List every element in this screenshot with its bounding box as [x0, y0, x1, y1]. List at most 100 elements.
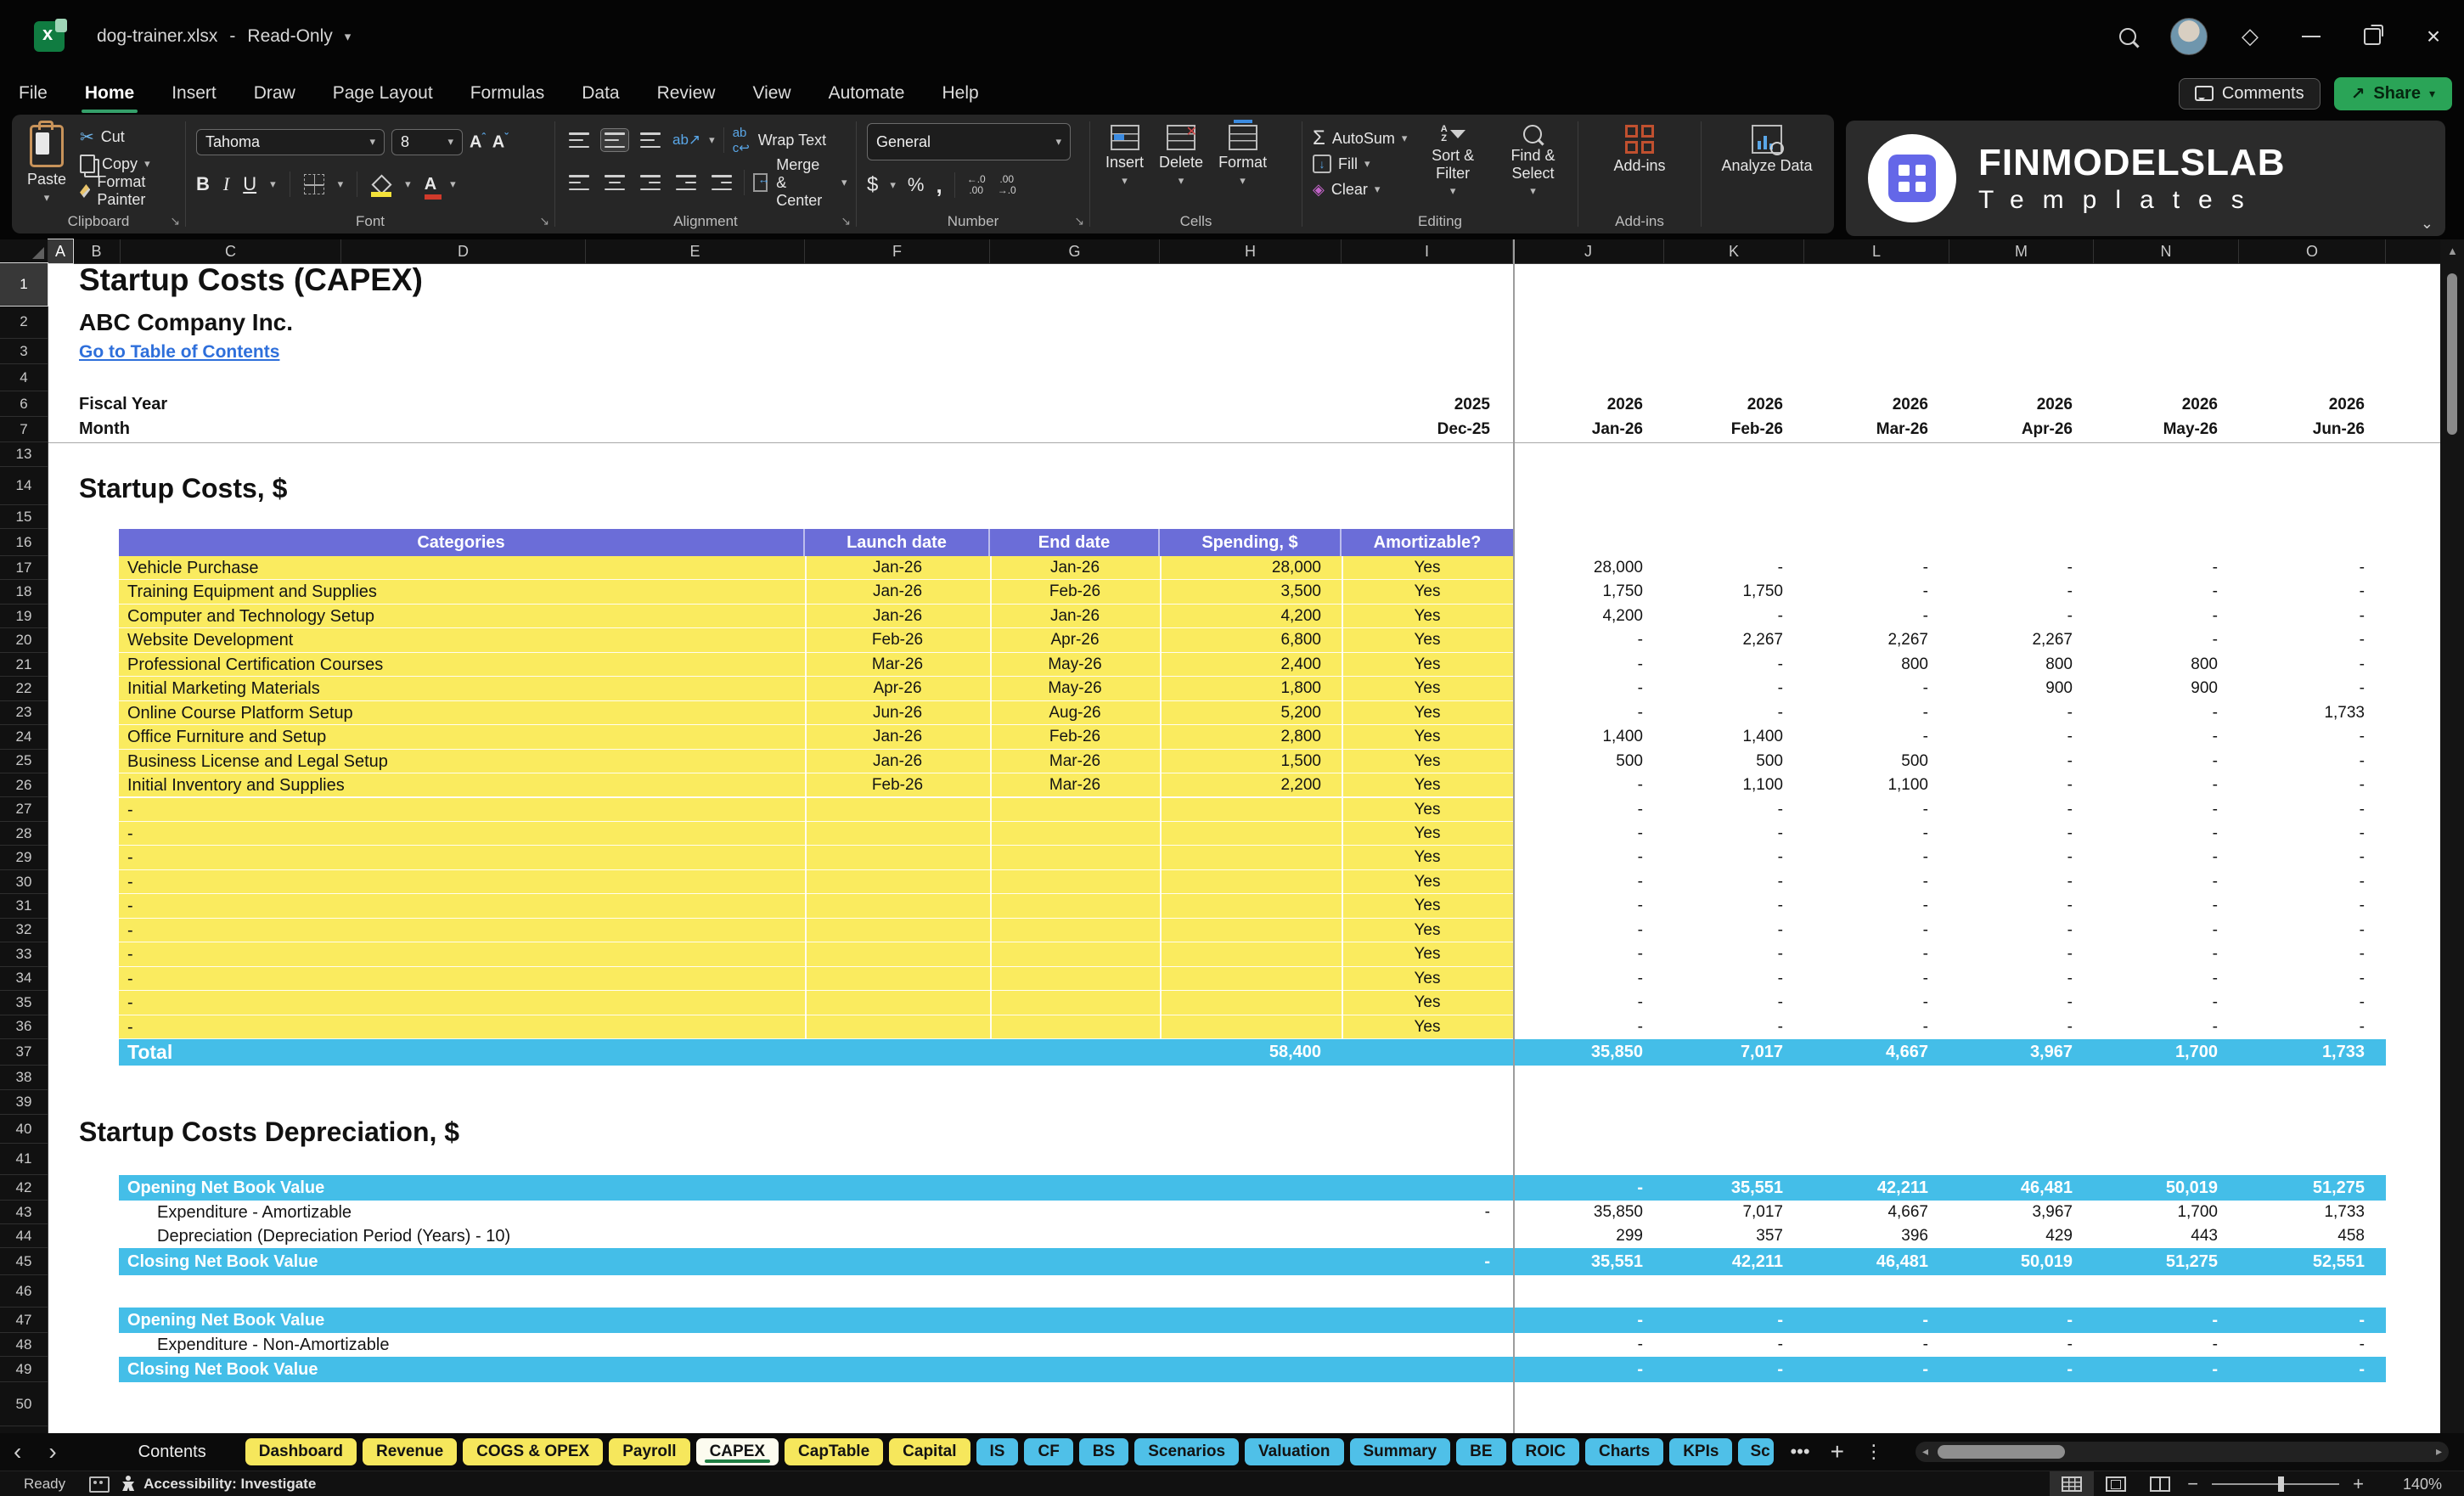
cell-category[interactable]: Business License and Legal Setup	[127, 750, 798, 773]
row-header-43[interactable]: 43	[0, 1201, 48, 1224]
row-header-20[interactable]: 20	[0, 628, 48, 653]
depreciation-value[interactable]: 46,481	[1928, 1175, 2073, 1201]
cell-end-date[interactable]: Aug-26	[990, 701, 1160, 725]
cell-monthly-value[interactable]: -	[1784, 919, 1928, 942]
depreciation-value[interactable]: 42,211	[1784, 1175, 1928, 1201]
depreciation-value[interactable]: 3,967	[1928, 1201, 2073, 1224]
premium-button[interactable]: ◇	[2219, 0, 2281, 72]
cell-monthly-value[interactable]: -	[2073, 919, 2218, 942]
depreciation-value[interactable]: -	[1346, 1201, 1490, 1224]
cell-monthly-value[interactable]: -	[1499, 798, 1643, 822]
collapse-ribbon-chevron-icon[interactable]: ⌄	[2421, 215, 2433, 233]
cut-button[interactable]: ✂ Cut	[80, 125, 175, 149]
cell-spending[interactable]: 28,000	[1177, 556, 1321, 580]
depreciation-value[interactable]: 35,850	[1499, 1201, 1643, 1224]
cell-monthly-value[interactable]: -	[2220, 725, 2365, 749]
cell-spending[interactable]: 1,800	[1177, 677, 1321, 700]
row-header-35[interactable]: 35	[0, 991, 48, 1015]
fill-button[interactable]: ↓ Fill ▾	[1313, 152, 1407, 176]
cell-category[interactable]: Vehicle Purchase	[127, 556, 798, 580]
menu-tab-review[interactable]: Review	[639, 72, 734, 115]
cell-monthly-value[interactable]: -	[1784, 846, 1928, 869]
sheet-tab-summary[interactable]: Summary	[1349, 1438, 1451, 1465]
sheet-tab-kpis[interactable]: KPIs	[1669, 1438, 1733, 1465]
cell-monthly-value[interactable]: 900	[2073, 677, 2218, 700]
cell-spending[interactable]: 1,500	[1177, 750, 1321, 773]
sort-filter-button[interactable]: AZ Sort & Filter ▾	[1419, 123, 1486, 200]
row-header-44[interactable]: 44	[0, 1224, 48, 1248]
row-header-13[interactable]: 13	[0, 442, 48, 467]
cell-monthly-value[interactable]: 28,000	[1499, 556, 1643, 580]
fill-color-button[interactable]	[371, 177, 392, 197]
depreciation-value[interactable]: 51,275	[2220, 1175, 2365, 1201]
cell-monthly-value[interactable]: -	[1784, 580, 1928, 604]
cell-monthly-value[interactable]: -	[1639, 798, 1783, 822]
cell-monthly-value[interactable]: -	[1639, 701, 1783, 725]
depreciation-value[interactable]: -	[1928, 1333, 2073, 1357]
cell-category[interactable]: -	[127, 894, 798, 918]
cell-monthly-value[interactable]: -	[1784, 942, 1928, 966]
clear-button[interactable]: ◈ Clear ▾	[1313, 177, 1407, 201]
menu-tab-formulas[interactable]: Formulas	[452, 72, 564, 115]
fiscal-year-value[interactable]: 2026	[1499, 393, 1643, 416]
cell-spending[interactable]: 3,500	[1177, 580, 1321, 604]
cell-monthly-value[interactable]: -	[1928, 556, 2073, 580]
fiscal-year-label[interactable]: Fiscal Year	[79, 393, 419, 416]
row-header-24[interactable]: 24	[0, 725, 48, 750]
cell-end-date[interactable]: May-26	[990, 653, 1160, 677]
row-header-34[interactable]: 34	[0, 967, 48, 992]
depreciation-value[interactable]: 50,019	[1928, 1248, 2073, 1275]
accessibility-status[interactable]: Accessibility: Investigate	[143, 1476, 316, 1493]
cell-monthly-value[interactable]: -	[1499, 919, 1643, 942]
font-dialog-launcher[interactable]: ↘	[539, 214, 549, 228]
depreciation-value[interactable]: 42,211	[1639, 1248, 1783, 1275]
cell-amortizable[interactable]: Yes	[1342, 919, 1512, 942]
cell-launch-date[interactable]: Mar-26	[805, 653, 990, 677]
number-dialog-launcher[interactable]: ↘	[1074, 214, 1084, 228]
cell-monthly-value[interactable]: -	[2220, 773, 2365, 797]
merge-center-button[interactable]: Merge & Center	[776, 156, 833, 210]
cell-monthly-value[interactable]: -	[1784, 822, 1928, 846]
borders-chevron-icon[interactable]: ▾	[338, 177, 344, 191]
cell-monthly-value[interactable]: -	[1928, 894, 2073, 918]
accounting-format-button[interactable]: $	[867, 173, 878, 197]
percent-style-button[interactable]: %	[908, 174, 925, 196]
total-spending[interactable]: 58,400	[1177, 1039, 1321, 1066]
cell-monthly-value[interactable]: -	[2073, 798, 2218, 822]
addins-button[interactable]: Add-ins	[1608, 123, 1670, 177]
format-cells-button[interactable]: Format ▾	[1213, 120, 1272, 189]
cell-monthly-value[interactable]: 800	[1928, 653, 2073, 677]
cell-monthly-value[interactable]: -	[2220, 870, 2365, 894]
depreciation-value[interactable]: -	[1784, 1308, 1928, 1333]
cell-monthly-value[interactable]: -	[1784, 556, 1928, 580]
cell-monthly-value[interactable]: -	[2073, 605, 2218, 628]
cell-monthly-value[interactable]: 4,200	[1499, 605, 1643, 628]
cell-monthly-value[interactable]: 1,750	[1639, 580, 1783, 604]
cell-monthly-value[interactable]: -	[1784, 605, 1928, 628]
row-header-38[interactable]: 38	[0, 1066, 48, 1090]
cell-end-date[interactable]: Jan-26	[990, 556, 1160, 580]
month-label[interactable]: Month	[79, 418, 419, 441]
cell-end-date[interactable]: Mar-26	[990, 773, 1160, 797]
cell-category[interactable]: -	[127, 822, 798, 846]
cell-monthly-value[interactable]: -	[1784, 677, 1928, 700]
cell-monthly-value[interactable]: 1,750	[1499, 580, 1643, 604]
cell-amortizable[interactable]: Yes	[1342, 822, 1512, 846]
cell-monthly-value[interactable]: -	[2073, 991, 2218, 1015]
zoom-out-button[interactable]: −	[2182, 1473, 2203, 1495]
row-header-37[interactable]: 37	[0, 1039, 48, 1066]
sheet-tab-capex[interactable]: CAPEX	[695, 1438, 779, 1465]
menu-tab-data[interactable]: Data	[563, 72, 638, 115]
depreciation-value[interactable]: 1,700	[2073, 1201, 2218, 1224]
row-header-47[interactable]: 47	[0, 1308, 48, 1333]
menu-tab-automate[interactable]: Automate	[810, 72, 924, 115]
cell-spending[interactable]: 2,200	[1177, 773, 1321, 797]
cell-category[interactable]: Office Furniture and Setup	[127, 725, 798, 749]
scroll-left-arrow-icon[interactable]: ◂	[1922, 1444, 1928, 1459]
fill-color-chevron-icon[interactable]: ▾	[405, 177, 411, 191]
cell-end-date[interactable]: Feb-26	[990, 725, 1160, 749]
fiscal-year-value[interactable]: 2026	[1639, 393, 1783, 416]
row-header-7[interactable]: 7	[0, 417, 48, 442]
cell-monthly-value[interactable]: -	[2073, 846, 2218, 869]
cell-monthly-value[interactable]: -	[1639, 942, 1783, 966]
